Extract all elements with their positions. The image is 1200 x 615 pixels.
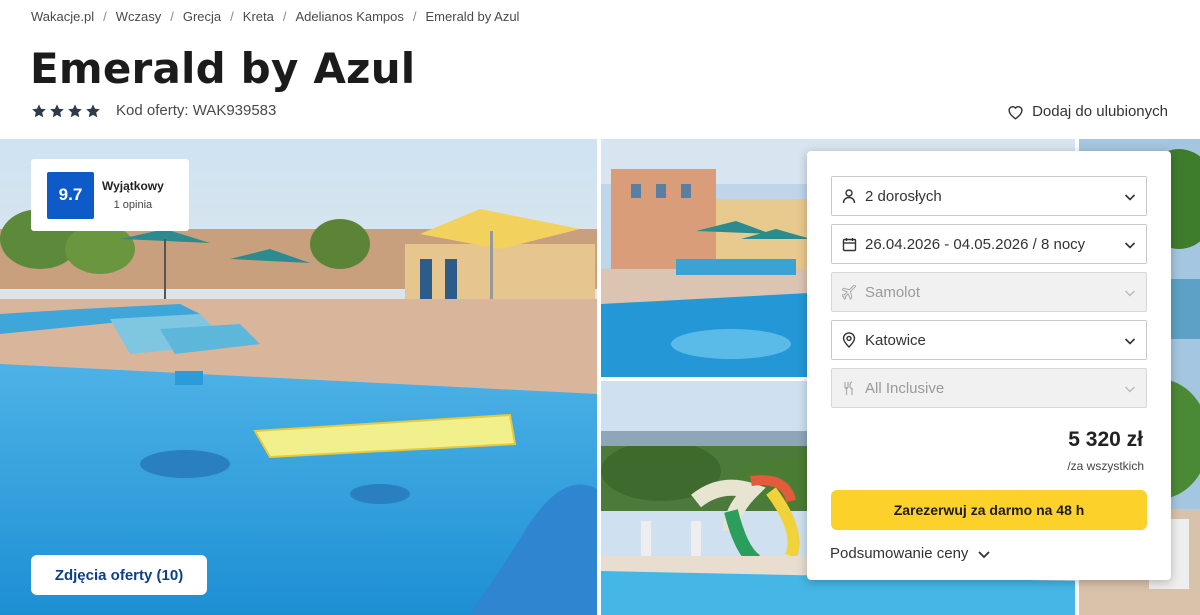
rating-card[interactable]: 9.7 Wyjątkowy 1 opinia — [31, 159, 189, 231]
breadcrumb-separator: / — [230, 9, 234, 24]
chevron-down-icon — [978, 550, 991, 558]
chevron-down-icon — [1125, 290, 1135, 297]
travelers-value: 2 dorosłych — [865, 187, 942, 205]
rating-count: 1 opinia — [113, 199, 153, 211]
add-to-favourites-button[interactable]: Dodaj do ulubionych — [1007, 103, 1168, 120]
rating-label: Wyjątkowy — [102, 179, 164, 193]
star-icon — [50, 103, 64, 117]
chevron-down-icon — [1124, 242, 1136, 249]
breadcrumb-current: Emerald by Azul — [425, 9, 520, 24]
rating-info: Wyjątkowy 1 opinia — [102, 179, 164, 211]
travelers-select[interactable]: 2 dorosłych — [831, 176, 1147, 216]
breadcrumb-wakacje[interactable]: Wakacje.pl — [31, 9, 94, 24]
calendar-icon — [841, 236, 857, 252]
page-title: Emerald by Azul — [30, 44, 416, 93]
chevron-down-icon — [1124, 338, 1136, 345]
price-note: /za wszystkich — [1067, 459, 1144, 473]
chevron-down-icon — [1124, 194, 1136, 201]
offer-meta: Kod oferty: WAK939583 — [31, 102, 276, 119]
heart-icon — [1008, 105, 1023, 119]
departure-value: Katowice — [865, 331, 926, 349]
breadcrumb-grecja[interactable]: Grecja — [183, 9, 221, 24]
breadcrumb: Wakacje.pl / Wczasy / Grecja / Kreta / A… — [31, 9, 519, 24]
breadcrumb-separator: / — [170, 9, 174, 24]
transport-select: Samolot — [831, 272, 1147, 312]
transport-value: Samolot — [865, 283, 921, 301]
dates-value: 26.04.2026 - 04.05.2026 / 8 nocy — [865, 235, 1086, 253]
board-select: All Inclusive — [831, 368, 1147, 408]
breadcrumb-separator: / — [103, 9, 107, 24]
star-icon — [68, 103, 82, 117]
total-price: 5 320 zł — [1068, 428, 1143, 451]
breadcrumb-adelianos-kampos[interactable]: Adelianos Kampos — [295, 9, 403, 24]
person-icon — [841, 188, 857, 204]
add-to-favourites-label: Dodaj do ulubionych — [1032, 103, 1168, 120]
departure-select[interactable]: Katowice — [831, 320, 1147, 360]
board-value: All Inclusive — [865, 379, 945, 397]
plane-icon — [841, 284, 857, 300]
breadcrumb-wczasy[interactable]: Wczasy — [116, 9, 162, 24]
price-summary-label: Podsumowanie ceny — [830, 545, 969, 562]
cutlery-icon — [841, 380, 857, 396]
rating-score: 9.7 — [47, 171, 94, 219]
breadcrumb-kreta[interactable]: Kreta — [243, 9, 274, 24]
photos-button[interactable]: Zdjęcia oferty (10) — [31, 555, 207, 595]
chevron-down-icon — [1125, 386, 1135, 393]
location-pin-icon — [841, 332, 857, 348]
booking-panel: 2 dorosłych 26.04.2026 - 04.05.2026 / 8 … — [807, 151, 1171, 580]
breadcrumb-separator: / — [282, 9, 287, 24]
star-icon — [86, 103, 100, 117]
book-button[interactable]: Zarezerwuj za darmo na 48 h — [831, 490, 1147, 530]
dates-select[interactable]: 26.04.2026 - 04.05.2026 / 8 nocy — [831, 224, 1147, 264]
offer-code: Kod oferty: WAK939583 — [116, 102, 277, 119]
star-rating — [31, 103, 101, 119]
breadcrumb-separator: / — [412, 9, 417, 24]
price-summary-toggle[interactable]: Podsumowanie ceny — [830, 545, 991, 562]
star-icon — [32, 103, 46, 117]
